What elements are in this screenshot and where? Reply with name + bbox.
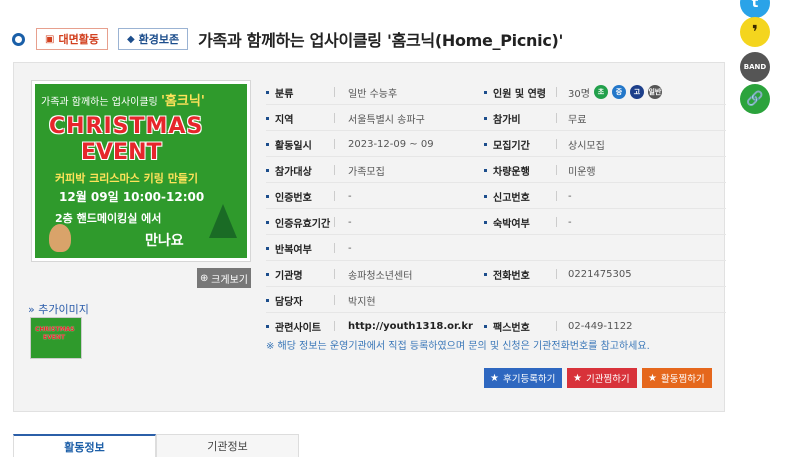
page-title: 가족과 함께하는 업사이클링 '홈크닉(Home_Picnic)' <box>198 31 564 50</box>
action-buttons: ★ 후기등록하기 ★ 기관찜하기 ★ 활동찜하기 <box>484 368 712 388</box>
more-images-label: » 추가이미지 <box>28 303 89 316</box>
related-site-link[interactable]: http://youth1318.or.kr <box>348 313 473 339</box>
tag-icon: ◆ <box>126 33 135 45</box>
zoom-image-button[interactable]: ⊕ 크게보기 <box>197 268 251 288</box>
favorite-org-button[interactable]: ★ 기관찜하기 <box>567 368 637 388</box>
info-row: 분류 일반 수능후 인원 및 연령 30명 초 중 고 일반 <box>266 79 726 105</box>
info-row: 지역 서울특별시 송파구 참가비 무료 <box>266 105 726 131</box>
twitter-share-button[interactable]: t <box>740 0 770 18</box>
info-table: 분류 일반 수능후 인원 및 연령 30명 초 중 고 일반 지역 서울특별시 … <box>266 79 726 339</box>
circle-bullet-icon <box>12 32 25 46</box>
favorite-activity-button[interactable]: ★ 활동찜하기 <box>642 368 712 388</box>
tab-org-info[interactable]: 기관정보 <box>156 434 299 457</box>
age-elementary-badge: 초 <box>593 85 608 99</box>
write-review-button[interactable]: ★ 후기등록하기 <box>484 368 562 388</box>
info-row: 반복여부 - <box>266 235 726 261</box>
tag-face-to-face: ▣ 대면활동 <box>36 28 108 50</box>
info-row: 관련사이트 http://youth1318.or.kr 팩스번호 02-449… <box>266 313 726 339</box>
detail-tabs: 활동정보 기관정보 <box>13 434 299 457</box>
star-icon: ★ <box>490 372 499 384</box>
info-row: 기관명 송파청소년센터 전화번호 0221475305 <box>266 261 726 287</box>
document-icon: ▣ <box>45 33 55 45</box>
age-middle-badge: 중 <box>611 85 626 99</box>
christmas-tree-icon <box>209 204 237 238</box>
info-row: 인증번호 - 신고번호 - <box>266 183 726 209</box>
band-share-button[interactable]: BAND <box>740 52 770 82</box>
link-icon: 🔗 <box>746 91 764 107</box>
info-row: 담당자 박지현 <box>266 287 726 313</box>
info-row: 참가대상 가족모집 차량운행 미운행 <box>266 157 726 183</box>
activity-poster-image[interactable]: 가족과 함께하는 업사이클링 '홈크닉' CHRISTMAS EVENT 커피박… <box>32 81 250 261</box>
activity-detail-panel: 가족과 함께하는 업사이클링 '홈크닉' CHRISTMAS EVENT 커피박… <box>13 62 726 412</box>
info-row: 활동일시 2023-12-09 ~ 09 모집기간 상시모집 <box>266 131 726 157</box>
copy-link-button[interactable]: 🔗 <box>740 84 770 114</box>
page-header: ▣ 대면활동 ◆ 환경보존 가족과 함께하는 업사이클링 '홈크닉(Home_P… <box>12 26 563 52</box>
thumbnail-image[interactable]: CHRISTMAS EVENT <box>30 317 82 359</box>
star-icon: ★ <box>573 372 582 384</box>
kakao-share-button[interactable]: ❜ <box>740 17 770 47</box>
info-row: 인증유효기간 - 숙박여부 - <box>266 209 726 235</box>
tag-environment: ◆ 환경보존 <box>117 28 189 50</box>
tab-activity-info[interactable]: 활동정보 <box>13 434 156 457</box>
age-high-badge: 고 <box>629 85 644 99</box>
gingerbread-icon <box>49 224 71 252</box>
magnifier-icon: ⊕ <box>200 272 212 284</box>
notice-text: ※ 해당 정보는 운영기관에서 직접 등록하였으며 문의 및 신청은 기관전화번… <box>266 341 650 352</box>
star-icon: ★ <box>648 372 657 384</box>
age-general-badge: 일반 <box>647 85 662 99</box>
